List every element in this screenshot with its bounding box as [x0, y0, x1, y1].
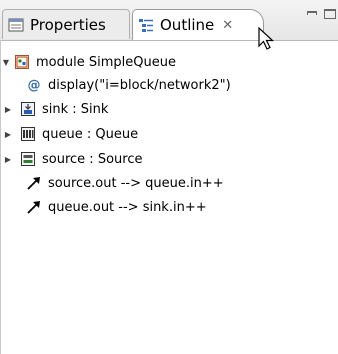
source-submodule-icon — [20, 151, 36, 167]
sink-submodule-icon — [20, 101, 36, 117]
tree-item-display[interactable]: @ display("i=block/network2") — [26, 75, 231, 95]
tree-item-source[interactable]: ▶ source : Source — [2, 149, 143, 169]
properties-icon — [8, 17, 24, 33]
tab-outline[interactable]: Outline ✕ — [132, 9, 264, 40]
tree-item-label: display("i=block/network2") — [48, 77, 231, 93]
outline-icon — [138, 17, 154, 33]
tab-properties[interactable]: Properties — [2, 9, 130, 39]
connection-icon — [26, 175, 42, 191]
tree-item-label: queue : Queue — [42, 126, 139, 142]
tree-item-queue[interactable]: ▶ queue : Queue — [2, 124, 138, 144]
view-tab-bar: Properties Outline ✕ — [0, 0, 338, 41]
tree-item-label: module SimpleQueue — [36, 54, 176, 70]
queue-submodule-icon — [20, 126, 36, 142]
expand-arrow-icon[interactable]: ▶ — [4, 130, 12, 139]
tree-item-label: sink : Sink — [42, 101, 109, 117]
tree-item-label: source : Source — [42, 151, 143, 167]
tab-outline-label: Outline — [160, 16, 215, 34]
connection-icon — [26, 199, 42, 215]
tab-properties-label: Properties — [30, 15, 106, 34]
mouse-cursor-icon — [258, 26, 278, 53]
maximize-icon[interactable] — [324, 9, 336, 19]
tree-item-label: source.out --> queue.in++ — [48, 175, 224, 191]
tree-item-sink[interactable]: ▶ sink : Sink — [2, 99, 109, 119]
tree-item-connection[interactable]: queue.out --> sink.in++ — [26, 197, 207, 217]
expand-arrow-icon[interactable]: ▶ — [4, 105, 12, 114]
view-left-border — [0, 40, 1, 354]
tree-item-connection[interactable]: source.out --> queue.in++ — [26, 173, 224, 193]
at-icon: @ — [27, 77, 41, 93]
module-icon — [14, 54, 30, 70]
expand-arrow-icon[interactable]: ▶ — [4, 155, 12, 164]
collapse-arrow-icon[interactable]: ▼ — [2, 58, 10, 67]
minimize-icon[interactable] — [307, 11, 317, 15]
tree-item-label: queue.out --> sink.in++ — [48, 199, 207, 215]
tree-item-module[interactable]: ▼ module SimpleQueue — [2, 52, 176, 72]
close-icon[interactable]: ✕ — [222, 18, 233, 33]
